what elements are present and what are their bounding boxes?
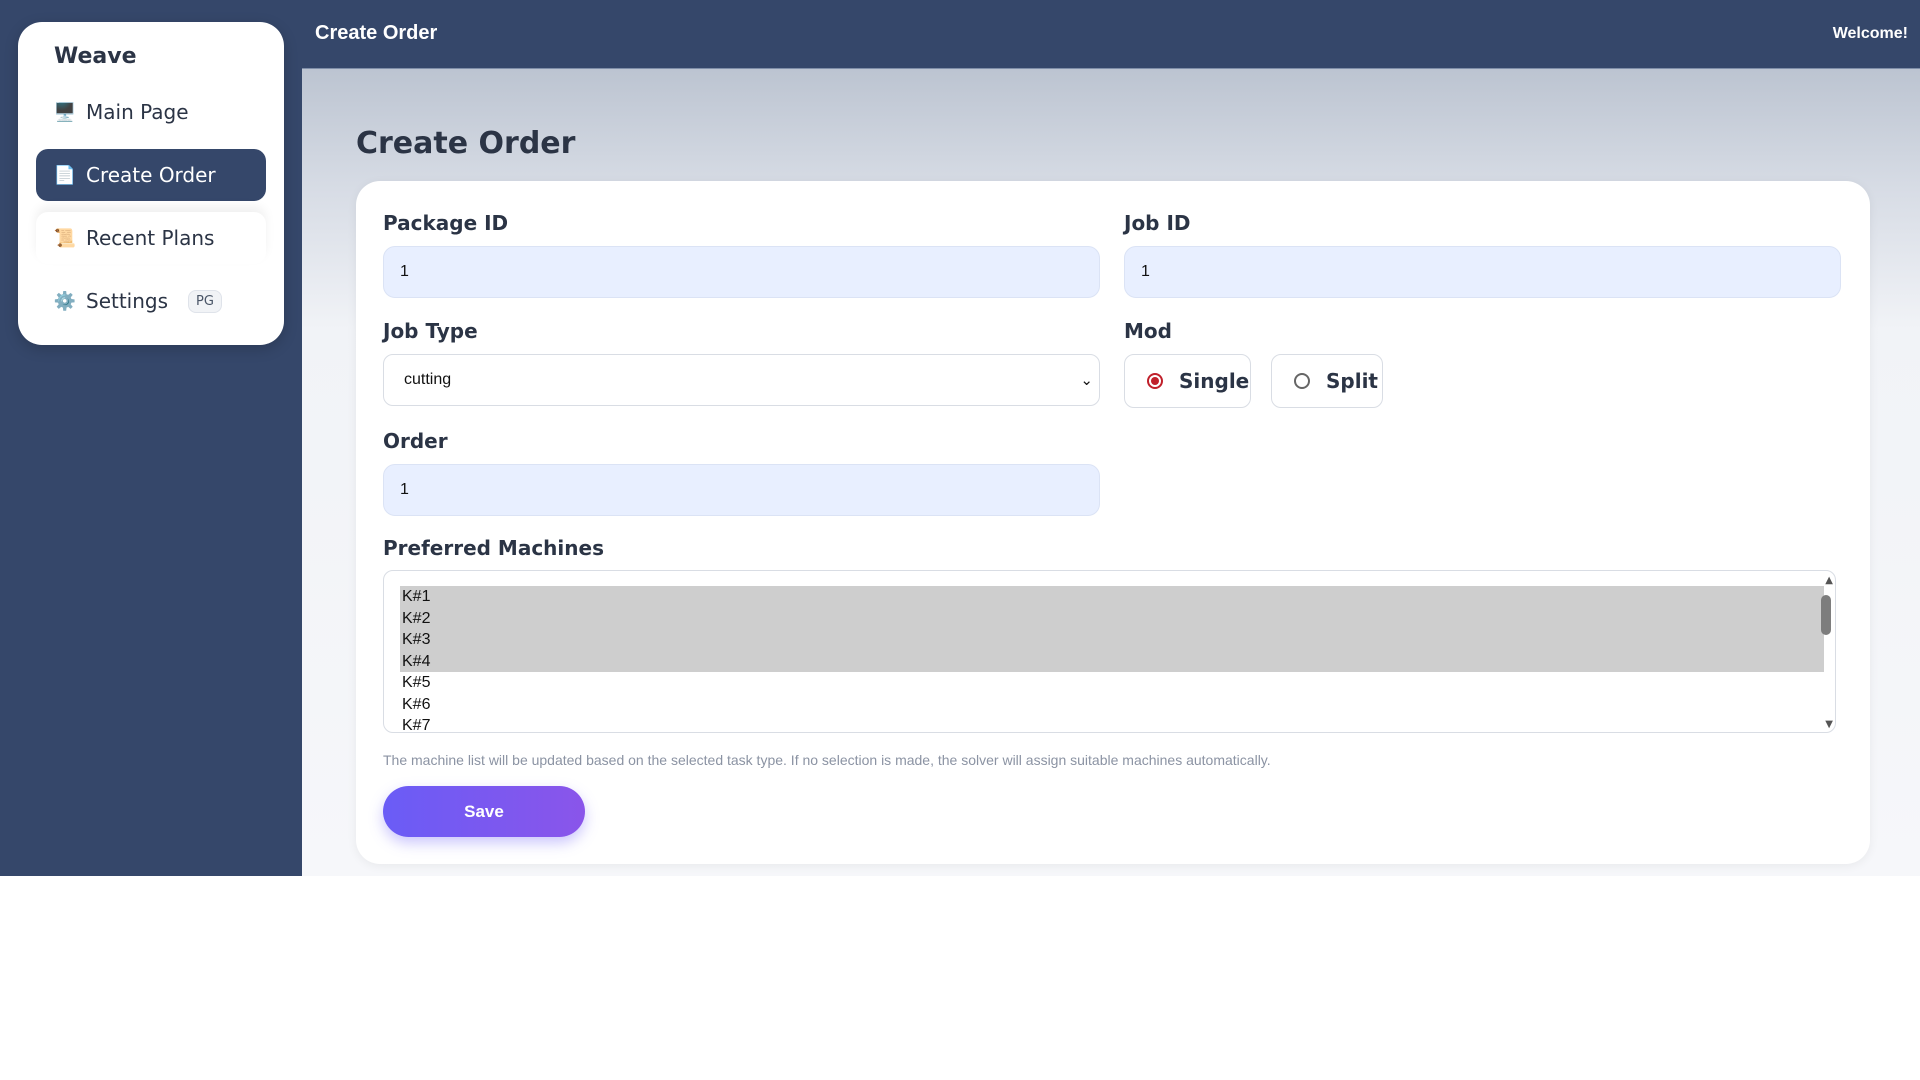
sidebar-item-settings[interactable]: ⚙️ Settings PG — [36, 275, 266, 327]
order-form: Package ID 1 Job ID 1 Job Type cutting ⌄… — [356, 181, 1870, 864]
document-icon: 📄 — [53, 164, 77, 186]
order-input[interactable]: 1 — [383, 464, 1100, 516]
machine-help-text: The machine list will be updated based o… — [383, 752, 1271, 768]
machine-option[interactable]: K#5 — [400, 672, 1824, 694]
brand-title: Weave — [54, 44, 137, 69]
gear-icon: ⚙️ — [53, 290, 77, 312]
sidebar-item-main-page[interactable]: 🖥️ Main Page — [36, 86, 266, 138]
preferred-machines-label: Preferred Machines — [383, 536, 604, 560]
job-id-label: Job ID — [1124, 211, 1191, 235]
machine-option[interactable]: K#3 — [400, 629, 1824, 651]
order-label: Order — [383, 429, 448, 453]
machine-option[interactable]: K#6 — [400, 694, 1824, 716]
sidebar-card: Weave 🖥️ Main Page 📄 Create Order 📜 Rece… — [18, 22, 284, 345]
job-id-input[interactable]: 1 — [1124, 246, 1841, 298]
job-type-select[interactable]: cutting ⌄ — [383, 354, 1100, 406]
scroll-down-arrow-icon[interactable]: ▼ — [1825, 719, 1833, 730]
sidebar-item-recent-plans[interactable]: 📜 Recent Plans — [36, 212, 266, 264]
machine-option[interactable]: K#7 — [400, 715, 1824, 732]
mod-split-option[interactable]: Split — [1271, 354, 1383, 408]
machine-option[interactable]: K#4 — [400, 650, 1824, 672]
scroll-icon: 📜 — [53, 227, 77, 249]
mod-label: Mod — [1124, 319, 1172, 343]
page-title: Create Order — [356, 126, 576, 161]
main-content: Create Order Package ID 1 Job ID 1 Job T… — [302, 69, 1920, 876]
scroll-up-arrow-icon[interactable]: ▲ — [1825, 575, 1833, 586]
mod-option-label: Single — [1179, 369, 1250, 393]
package-id-input[interactable]: 1 — [383, 246, 1100, 298]
settings-badge: PG — [188, 289, 222, 313]
sidebar-item-label: Create Order — [86, 163, 216, 187]
scrollbar-thumb[interactable] — [1821, 595, 1831, 635]
topbar-title: Create Order — [315, 22, 438, 44]
sidebar: Weave 🖥️ Main Page 📄 Create Order 📜 Rece… — [0, 0, 302, 876]
sidebar-item-label: Recent Plans — [86, 226, 215, 250]
machine-option[interactable]: K#1 — [400, 586, 1824, 608]
save-button[interactable]: Save — [383, 786, 585, 837]
package-id-label: Package ID — [383, 211, 509, 235]
sidebar-item-label: Main Page — [86, 100, 189, 124]
monitor-icon: 🖥️ — [53, 101, 77, 123]
preferred-machines-listbox[interactable]: K#1 K#2 K#3 K#4 K#5 K#6 K#7 ▲ ▼ — [383, 570, 1836, 733]
mod-option-label: Split — [1326, 369, 1378, 393]
machine-option[interactable]: K#2 — [400, 607, 1824, 629]
sidebar-item-create-order[interactable]: 📄 Create Order — [36, 149, 266, 201]
sidebar-item-label: Settings — [86, 289, 169, 313]
radio-unchecked-icon — [1294, 373, 1310, 389]
mod-single-option[interactable]: Single — [1124, 354, 1251, 408]
chevron-down-icon: ⌄ — [1080, 372, 1093, 389]
job-type-label: Job Type — [383, 319, 478, 343]
top-bar: Create Order Welcome! — [302, 0, 1920, 69]
job-type-value: cutting — [404, 371, 452, 388]
radio-checked-icon — [1147, 373, 1163, 389]
welcome-text: Welcome! — [1832, 25, 1908, 42]
